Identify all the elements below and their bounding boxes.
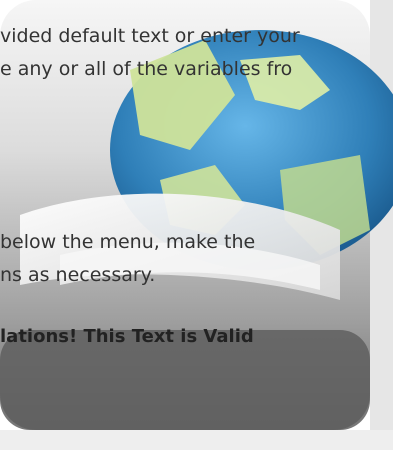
instruction-line-3: below the menu, make the [0,231,256,253]
instruction-text-block: vided default text or enter your e any o… [0,0,393,450]
instruction-line-2: e any or all of the variables fro [0,58,293,80]
instruction-line-1: vided default text or enter your [0,25,300,47]
instruction-line-4: ns as necessary. [0,264,156,286]
validation-message: lations! This Text is Valid [0,326,254,347]
